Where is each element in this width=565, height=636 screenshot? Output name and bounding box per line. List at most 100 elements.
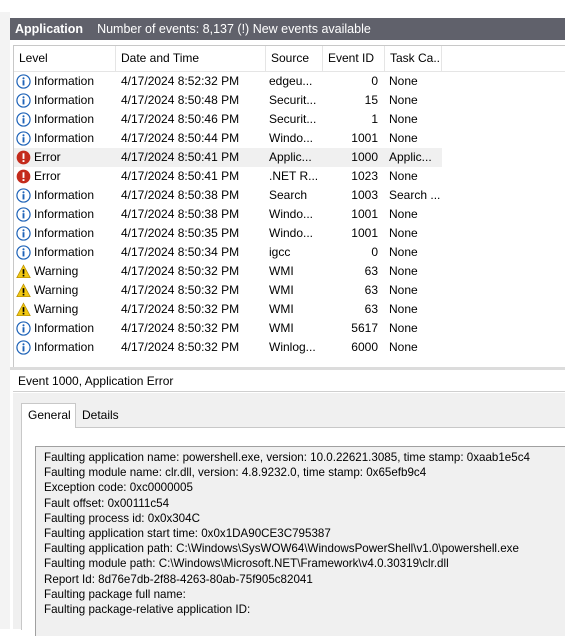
level-text: Error (34, 169, 61, 183)
level-text: Information (34, 207, 95, 221)
source-cell: Windo... (269, 207, 314, 221)
task-category-cell: None (389, 302, 418, 316)
description-line: Faulting process id: 0x0x304C (44, 511, 200, 525)
source-cell: igcc (269, 245, 291, 259)
column-header-event-id[interactable]: Event ID (323, 46, 385, 71)
warning-icon (16, 283, 31, 298)
event-row[interactable]: Information 4/17/2024 8:50:48 PM Securit..… (14, 91, 565, 110)
event-id-cell: 1000 (351, 150, 378, 164)
event-row[interactable]: Information 4/17/2024 8:50:35 PM Windo... 1… (14, 224, 565, 243)
level-text: Warning (34, 264, 79, 278)
event-id-cell: 1001 (351, 226, 378, 240)
event-row[interactable]: Warning 4/17/2024 8:50:32 PM WMI 63 None (14, 281, 565, 300)
source-cell: Windo... (269, 226, 314, 240)
event-description-textbox[interactable]: Faulting application name: powershell.ex… (35, 446, 565, 636)
source-cell: Search (269, 188, 308, 202)
source-cell: edgeu... (269, 74, 313, 88)
description-line: Exception code: 0xc0000005 (44, 481, 193, 495)
info-icon (16, 131, 31, 146)
event-id-cell: 0 (371, 74, 378, 88)
event-row[interactable]: Information 4/17/2024 8:50:44 PM Windo... 1… (14, 129, 565, 148)
description-line: Faulting application start time: 0x0x1DA… (44, 526, 331, 540)
event-id-cell: 6000 (351, 340, 378, 354)
column-header-source[interactable]: Source (266, 46, 323, 71)
description-line: Faulting package full name: (44, 587, 186, 601)
column-header-task-category[interactable]: Task Ca... (385, 46, 442, 71)
event-row[interactable]: Information 4/17/2024 8:50:46 PM Securit..… (14, 110, 565, 129)
event-id-cell: 0 (371, 245, 378, 259)
info-icon (16, 74, 31, 89)
source-cell: WMI (269, 264, 294, 278)
level-text: Information (34, 131, 95, 145)
source-cell: .NET R... (269, 169, 319, 183)
info-icon (16, 188, 31, 203)
description-line: Faulting module path: C:\Windows\Microso… (44, 557, 449, 571)
event-id-cell: 1001 (351, 131, 378, 145)
event-row[interactable]: Error 4/17/2024 8:50:41 PM .NET R... 1023 No… (14, 167, 565, 186)
description-line: Faulting package-relative application ID… (44, 602, 251, 616)
event-id-cell: 5617 (351, 321, 378, 335)
level-text: Error (34, 150, 61, 164)
log-header-bar: Application Number of events: 8,137 (!) … (10, 18, 565, 40)
info-icon (16, 340, 31, 355)
level-cell: Information (16, 186, 116, 205)
column-header-date-time[interactable]: Date and Time (116, 46, 266, 71)
level-cell: Error (16, 148, 116, 167)
date-cell: 4/17/2024 8:50:32 PM (121, 264, 240, 278)
date-cell: 4/17/2024 8:50:41 PM (121, 169, 240, 183)
date-cell: 4/17/2024 8:50:46 PM (121, 112, 240, 126)
source-cell: Winlog... (269, 340, 316, 354)
info-icon (16, 321, 31, 336)
date-cell: 4/17/2024 8:50:32 PM (121, 302, 240, 316)
event-id-cell: 1003 (351, 188, 378, 202)
description-line: Fault offset: 0x00111c54 (44, 496, 170, 510)
event-viewer-pane: Application Number of events: 8,137 (!) … (10, 12, 565, 636)
description-line: Report Id: 8d76e7db-2f88-4263-80ab-75f90… (44, 572, 313, 586)
event-id-cell: 63 (364, 264, 378, 278)
level-text: Information (34, 245, 95, 259)
event-row[interactable]: Error 4/17/2024 8:50:41 PM Applic... 1000 Ap… (14, 148, 565, 167)
log-name: Application (15, 22, 84, 36)
warning-icon (16, 302, 31, 317)
date-cell: 4/17/2024 8:50:32 PM (121, 283, 240, 297)
level-text: Information (34, 93, 95, 107)
tab-general[interactable]: General (21, 403, 76, 428)
event-id-cell: 63 (364, 302, 378, 316)
task-category-cell: Search ... (389, 188, 441, 202)
task-category-cell: None (389, 169, 418, 183)
level-cell: Warning (16, 281, 116, 300)
event-rows: Information 4/17/2024 8:52:32 PM edgeu... 0… (14, 72, 565, 357)
source-cell: WMI (269, 283, 294, 297)
task-category-cell: None (389, 112, 418, 126)
event-row[interactable]: Information 4/17/2024 8:50:34 PM igcc 0 None (14, 243, 565, 262)
event-detail-title: Event 1000, Application Error (13, 370, 565, 392)
event-row[interactable]: Information 4/17/2024 8:50:32 PM WMI 5617 No… (14, 319, 565, 338)
task-category-cell: None (389, 264, 418, 278)
source-cell: Securit... (269, 112, 317, 126)
date-cell: 4/17/2024 8:50:35 PM (121, 226, 240, 240)
error-icon (16, 169, 31, 184)
level-cell: Warning (16, 262, 116, 281)
grid-header: Level Date and Time Source Event ID Task… (14, 46, 565, 72)
event-row[interactable]: Information 4/17/2024 8:50:38 PM Windo... 1… (14, 205, 565, 224)
level-text: Information (34, 188, 95, 202)
event-row[interactable]: Information 4/17/2024 8:50:32 PM Winlog...… (14, 338, 565, 357)
level-text: Information (34, 321, 95, 335)
event-row[interactable]: Warning 4/17/2024 8:50:32 PM WMI 63 None (14, 300, 565, 319)
level-cell: Warning (16, 300, 116, 319)
source-cell: Securit... (269, 93, 317, 107)
event-row[interactable]: Information 4/17/2024 8:50:38 PM Search 100… (14, 186, 565, 205)
event-row[interactable]: Warning 4/17/2024 8:50:32 PM WMI 63 None (14, 262, 565, 281)
source-cell: WMI (269, 321, 294, 335)
event-row[interactable]: Information 4/17/2024 8:52:32 PM edgeu... 0… (14, 72, 565, 91)
task-category-cell: None (389, 226, 418, 240)
date-cell: 4/17/2024 8:50:44 PM (121, 131, 240, 145)
task-category-cell: None (389, 283, 418, 297)
date-cell: 4/17/2024 8:50:32 PM (121, 340, 240, 354)
level-cell: Information (16, 72, 116, 91)
column-header-level[interactable]: Level (14, 46, 116, 71)
description-line: Faulting application name: powershell.ex… (44, 451, 530, 464)
task-category-cell: Applic... (389, 150, 432, 164)
date-cell: 4/17/2024 8:50:38 PM (121, 207, 240, 221)
tab-details[interactable]: Details (76, 405, 128, 427)
